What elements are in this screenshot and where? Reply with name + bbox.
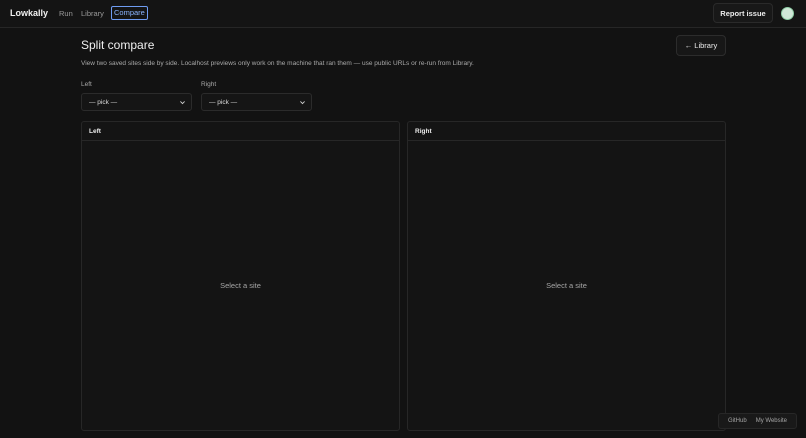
footer-link-github[interactable]: GitHub: [728, 418, 747, 424]
back-button-label: Library: [694, 41, 718, 50]
arrow-left-icon: ←: [684, 41, 693, 50]
page-title: Split compare: [81, 38, 155, 52]
left-picker-label: Left: [81, 81, 92, 88]
user-avatar[interactable]: [781, 7, 794, 20]
right-site-select[interactable]: — pick —: [201, 93, 312, 111]
back-to-library-button[interactable]: ← Library: [676, 35, 726, 56]
nav-link-compare[interactable]: Compare: [111, 6, 148, 20]
left-site-select[interactable]: — pick —: [81, 93, 192, 111]
left-panel-empty-state: Select a site: [82, 141, 399, 430]
page-description: View two saved sites side by side. Local…: [81, 60, 474, 67]
right-select-value: — pick —: [209, 98, 238, 106]
footer-links: GitHub My Website: [718, 413, 797, 429]
brand-logo[interactable]: Lowkally: [10, 8, 48, 18]
right-picker-label: Right: [201, 81, 217, 88]
top-navigation-bar: Lowkally Run Library Compare Report issu…: [0, 0, 806, 28]
right-compare-panel: Right Select a site: [407, 121, 726, 431]
chevron-down-icon: [180, 101, 185, 105]
left-select-value: — pick —: [89, 98, 118, 106]
left-panel-title: Left: [82, 122, 399, 141]
right-panel-title: Right: [408, 122, 725, 141]
nav-link-run[interactable]: Run: [59, 9, 73, 18]
chevron-down-icon: [300, 101, 305, 105]
nav-link-library[interactable]: Library: [81, 9, 104, 18]
footer-link-website[interactable]: My Website: [756, 418, 787, 424]
left-empty-message: Select a site: [220, 281, 261, 290]
report-issue-button[interactable]: Report issue: [713, 3, 773, 23]
left-compare-panel: Left Select a site: [81, 121, 400, 431]
right-panel-empty-state: Select a site: [408, 141, 725, 430]
right-empty-message: Select a site: [546, 281, 587, 290]
